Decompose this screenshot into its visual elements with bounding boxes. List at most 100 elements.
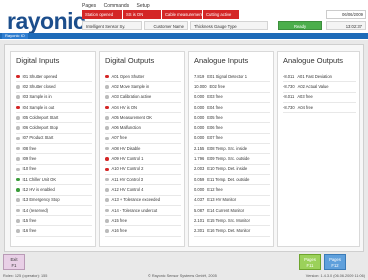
io-label: A01 Open Shutter xyxy=(111,73,145,79)
ready-badge: Ready xyxy=(278,21,322,30)
io-label: A12 HV Control 4 xyxy=(111,186,144,192)
io-label: E06 free xyxy=(207,125,223,131)
tab-bar: Rayonic IO xyxy=(0,33,368,39)
io-row: 7.819 E01 Signal Detector 1 xyxy=(194,72,270,83)
io-label: A07 free xyxy=(111,135,127,141)
analogue-outputs-panel: Analogue Outputs -8.011 A01 Fast Deviatio… xyxy=(277,51,360,247)
io-label: A02 Actual Value xyxy=(297,83,329,89)
io-label: E14 Current Monitor xyxy=(207,207,245,213)
status-chip-ss: SS is ON xyxy=(123,10,161,19)
io-label: I16 free xyxy=(22,228,37,234)
logo-text: rayonic xyxy=(7,8,86,34)
status-indicator-icon xyxy=(105,229,109,233)
pages-next-button[interactable]: Pages F12 xyxy=(324,254,346,270)
io-value: 0.000 xyxy=(194,104,205,110)
io-value: 2.155 xyxy=(194,145,205,151)
status-indicator-icon xyxy=(105,208,109,213)
io-label: A06 Malfunction xyxy=(111,125,141,131)
io-label: I06 Coldreport Stop xyxy=(22,125,59,131)
io-label: E12 free xyxy=(207,186,223,192)
io-label: I07 Product Start xyxy=(22,135,54,141)
status-indicator-icon xyxy=(16,198,20,202)
status-copyright: © Rayonic Sensor Systems GmbH, 2005 xyxy=(148,274,217,278)
io-row: 10.000 E02 free xyxy=(194,82,270,93)
io-value: 5.087 xyxy=(194,207,205,213)
status-line: Rolex: 125 (operator): 155 © Rayonic Sen… xyxy=(0,272,368,280)
rayonic-logo: rayonic xyxy=(7,8,86,35)
io-label: E13 HV Monitor xyxy=(207,197,237,203)
io-label: I11 Chiller Unit OK xyxy=(22,176,57,182)
analogue-inputs-title: Analogue Inputs xyxy=(194,56,249,65)
date-display: 06/06/2009 xyxy=(326,10,366,19)
io-label: A03 free xyxy=(297,94,313,100)
status-indicator-icon xyxy=(16,177,20,182)
main-menu: Pages Commands Setup xyxy=(82,3,156,9)
io-value: 7.819 xyxy=(194,73,205,79)
io-label: A13 + Tolerance exceeded xyxy=(111,197,161,203)
io-label: I01 Shutter opened xyxy=(22,73,58,79)
exit-key: F1 xyxy=(11,263,17,268)
io-label: A08 HV Disable xyxy=(111,145,141,151)
analogue-inputs-list: 7.819 E01 Signal Detector 1 10.000 E02 free… xyxy=(194,72,270,237)
status-chip-cable: Cable measurement xyxy=(162,10,202,19)
status-indicator-icon xyxy=(105,167,109,172)
status-indicator-icon xyxy=(16,208,20,213)
status-indicator-icon xyxy=(16,105,20,110)
io-label: I08 free xyxy=(22,145,37,151)
io-value: 0.000 xyxy=(194,125,205,131)
menu-setup[interactable]: Setup xyxy=(137,3,150,9)
io-label: A16 free xyxy=(111,228,127,234)
io-row: A16 free xyxy=(105,226,181,237)
io-label: E10 Temp. Det. inside xyxy=(207,166,248,172)
io-label: E07 free xyxy=(207,135,223,141)
io-row: 0.000 E12 free xyxy=(194,185,270,196)
pages-next-key: F12 xyxy=(331,263,339,268)
io-row: -8.011 A03 free xyxy=(283,93,356,103)
io-label: I15 free xyxy=(22,217,37,223)
io-row: I11 Chiller Unit OK xyxy=(16,175,92,186)
status-indicator-icon xyxy=(16,116,20,120)
io-row: I06 Coldreport Stop xyxy=(16,123,92,134)
io-value: 0.000 xyxy=(194,114,205,120)
menu-commands[interactable]: Commands xyxy=(104,3,130,9)
exit-button[interactable]: Exit F1 xyxy=(3,254,25,270)
io-label: E05 free xyxy=(207,114,223,120)
io-row: I02 Shutter closed xyxy=(16,82,92,93)
status-chip-station: Station opened xyxy=(82,10,122,19)
io-value: 0.000 xyxy=(194,135,205,141)
time-display: 13:02:37 xyxy=(326,21,366,30)
company-name: Intelligent Sensor Sy. xyxy=(82,21,142,30)
status-indicator-icon xyxy=(105,105,109,110)
pages-prev-button[interactable]: Pages F11 xyxy=(299,254,321,270)
io-label: E08 Temp. Src. inside xyxy=(207,145,247,151)
status-version: Version: 1.4.3.0 (06.06.2009 11:06) xyxy=(305,274,365,278)
io-row: I14 (reserved) xyxy=(16,206,92,217)
io-label: A04 HV is ON xyxy=(111,104,137,110)
status-indicator-icon xyxy=(16,95,20,99)
io-row: 0.000 E07 free xyxy=(194,134,270,145)
io-row: A08 HV Disable xyxy=(105,144,181,155)
pages-prev-key: F11 xyxy=(306,263,314,268)
io-row: A09 HV Control 1 xyxy=(105,154,181,165)
io-label: A05 Measurement OK xyxy=(111,114,153,120)
io-value: 2.101 xyxy=(194,217,205,223)
status-user: Rolex: 125 (operator): 155 xyxy=(3,274,48,278)
io-row: A15 free xyxy=(105,216,181,227)
io-label: A09 HV Control 1 xyxy=(111,156,144,162)
status-indicator-icon xyxy=(105,198,109,202)
io-label: E01 Signal Detector 1 xyxy=(207,73,248,79)
info-row: Intelligent Sensor Sy. Customer Name Thi… xyxy=(82,21,368,30)
io-value: -8.730 xyxy=(283,104,295,110)
io-label: I02 Shutter closed xyxy=(22,83,56,89)
io-row: 5.087 E14 Current Monitor xyxy=(194,206,270,217)
io-row: A07 free xyxy=(105,134,181,145)
io-row: A14 - Tolerance undercut xyxy=(105,206,181,217)
status-indicator-icon xyxy=(16,136,20,141)
status-indicator-icon xyxy=(16,188,20,192)
status-indicator-icon xyxy=(105,146,109,151)
io-label: A14 - Tolerance undercut xyxy=(111,207,158,213)
io-row: -8.011 A01 Fast Deviation xyxy=(283,72,356,83)
menu-pages[interactable]: Pages xyxy=(82,3,96,9)
tab-rayonic-io[interactable]: Rayonic IO xyxy=(2,33,28,39)
io-overview: Digital Inputs I01 Shutter opened I02 Shu… xyxy=(4,44,364,252)
